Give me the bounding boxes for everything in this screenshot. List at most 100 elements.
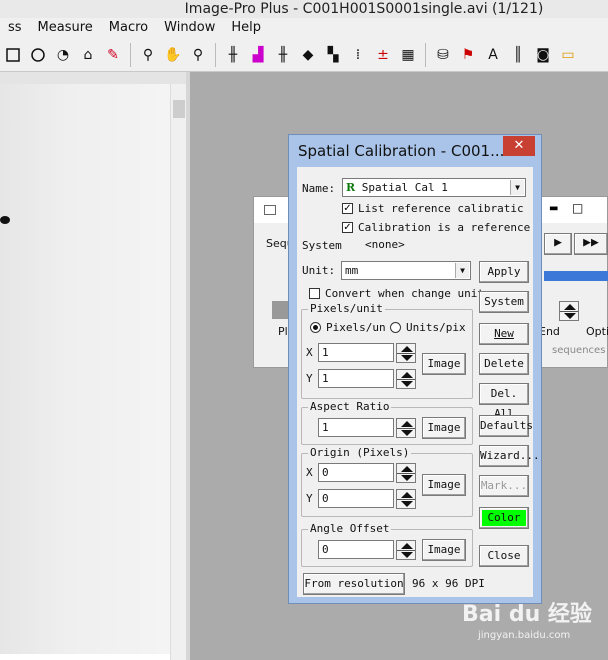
pixels-y-input[interactable]: 1 bbox=[318, 369, 394, 388]
end-spinner[interactable] bbox=[559, 301, 579, 321]
opti-label: Opti bbox=[586, 325, 608, 338]
pixels-per-unit-radio[interactable] bbox=[310, 322, 321, 333]
ruler-icon[interactable]: ║ bbox=[507, 44, 529, 66]
origin-x-label: X bbox=[306, 466, 313, 479]
flag-icon[interactable]: ⚑ bbox=[457, 44, 479, 66]
menu-measure[interactable]: Measure bbox=[30, 18, 101, 38]
pixels-unit-group-title: Pixels/unit bbox=[308, 302, 385, 315]
angle-image-button[interactable]: Image bbox=[422, 539, 466, 561]
zoom-region-icon[interactable]: ⚲ bbox=[187, 44, 209, 66]
origin-image-button[interactable]: Image bbox=[422, 474, 466, 496]
grid-icon[interactable]: ╫ bbox=[272, 44, 294, 66]
sequences-label: sequences bbox=[552, 345, 606, 356]
delete-all-button[interactable]: Del. All bbox=[479, 383, 529, 420]
magic-wand-icon[interactable]: ⌂ bbox=[77, 44, 99, 66]
origin-y-input[interactable]: 0 bbox=[318, 489, 394, 508]
name-value: Spatial Cal 1 bbox=[361, 181, 448, 194]
close-icon[interactable]: ✕ bbox=[503, 136, 535, 156]
list-reference-label: List reference calibratic bbox=[358, 202, 524, 215]
zoom-icon[interactable]: ⚲ bbox=[137, 44, 159, 66]
list-reference-checkbox[interactable]: ✓ bbox=[342, 203, 353, 214]
progress-bar bbox=[544, 271, 608, 281]
layers-icon[interactable]: ◆ bbox=[297, 44, 319, 66]
aspect-ratio-spinner[interactable] bbox=[396, 418, 416, 438]
image-window-header bbox=[0, 72, 186, 84]
name-combo[interactable]: R Spatial Cal 1 ▼ bbox=[342, 178, 526, 197]
ellipse-select-icon[interactable] bbox=[27, 44, 49, 66]
name-badge: R bbox=[346, 181, 356, 194]
menu-bar: ss Measure Macro Window Help bbox=[0, 18, 608, 38]
image-spot bbox=[0, 216, 10, 224]
menu-help[interactable]: Help bbox=[223, 18, 269, 38]
defaults-button[interactable]: Defaults bbox=[479, 415, 533, 437]
image-window bbox=[0, 72, 190, 660]
pixels-y-label: Y bbox=[306, 372, 313, 385]
aspect-ratio-input[interactable]: 1 bbox=[318, 418, 394, 437]
play-button[interactable]: ▶ bbox=[544, 233, 572, 255]
delete-button[interactable]: Delete bbox=[479, 353, 529, 375]
from-resolution-button[interactable]: From resolution bbox=[303, 573, 405, 595]
origin-x-input[interactable]: 0 bbox=[318, 463, 394, 482]
angle-offset-input[interactable]: 0 bbox=[318, 540, 394, 559]
count-icon[interactable]: ± bbox=[372, 44, 394, 66]
color-histogram-icon[interactable]: ▟ bbox=[247, 44, 269, 66]
menu-item-partial[interactable]: ss bbox=[0, 18, 30, 38]
threshold-icon[interactable]: ▚ bbox=[322, 44, 344, 66]
spatial-calibration-dialog: Spatial Calibration - C001... ✕ Name: R … bbox=[288, 134, 542, 604]
chevron-down-icon[interactable]: ▼ bbox=[455, 263, 469, 278]
toolbar-separator bbox=[130, 42, 131, 67]
calibration-reference-label: Calibration is a reference bbox=[358, 221, 531, 234]
pixels-x-spinner[interactable] bbox=[396, 343, 416, 363]
aspect-ratio-group-title: Aspect Ratio bbox=[308, 400, 392, 413]
apply-button[interactable]: Apply bbox=[479, 261, 529, 283]
unit-combo[interactable]: mm ▼ bbox=[341, 261, 471, 280]
text-a-icon[interactable]: A bbox=[482, 44, 504, 66]
chevron-down-icon[interactable]: ▼ bbox=[510, 180, 524, 195]
pixels-y-spinner[interactable] bbox=[396, 369, 416, 389]
unit-value: mm bbox=[345, 264, 359, 277]
end-label: End bbox=[539, 325, 560, 338]
origin-x-spinner[interactable] bbox=[396, 463, 416, 483]
fast-forward-button[interactable]: ▶▶ bbox=[574, 233, 608, 255]
pixels-image-button[interactable]: Image bbox=[422, 353, 466, 375]
image-canvas[interactable] bbox=[0, 84, 170, 654]
hand-icon[interactable]: ✋ bbox=[162, 44, 184, 66]
polygon-icon[interactable]: ◔ bbox=[52, 44, 74, 66]
units-per-pixel-radio[interactable] bbox=[390, 322, 401, 333]
minimize-icon[interactable]: ▬ bbox=[549, 203, 558, 214]
calibration-reference-checkbox[interactable]: ✓ bbox=[342, 222, 353, 233]
window-icon bbox=[264, 205, 276, 215]
vertical-scrollbar[interactable] bbox=[170, 84, 186, 660]
angle-offset-spinner[interactable] bbox=[396, 540, 416, 560]
aspect-image-button[interactable]: Image bbox=[422, 417, 466, 439]
convert-unit-label: Convert when change unit bbox=[325, 287, 484, 300]
folder-icon[interactable]: ▭ bbox=[557, 44, 579, 66]
close-button[interactable]: Close bbox=[479, 545, 529, 567]
toolbar-separator bbox=[425, 42, 426, 67]
pixels-x-input[interactable]: 1 bbox=[318, 343, 394, 362]
rect-select-icon[interactable] bbox=[2, 44, 24, 66]
sliders-icon[interactable]: ╫ bbox=[222, 44, 244, 66]
measure-icon[interactable]: ▦ bbox=[397, 44, 419, 66]
wizard-button[interactable]: Wizard... bbox=[479, 445, 540, 467]
origin-y-spinner[interactable] bbox=[396, 489, 416, 509]
unit-label: Unit: bbox=[302, 264, 336, 277]
dotgrid-icon[interactable]: ⁞ bbox=[347, 44, 369, 66]
pixels-x-label: X bbox=[306, 346, 313, 359]
maximize-icon[interactable]: □ bbox=[572, 201, 583, 215]
menu-macro[interactable]: Macro bbox=[101, 18, 156, 38]
angle-offset-group: Angle Offset 0 Image bbox=[301, 522, 473, 567]
new-button[interactable]: New bbox=[479, 323, 529, 345]
watermark-url: jingyan.baidu.com bbox=[478, 630, 571, 641]
convert-unit-checkbox[interactable] bbox=[309, 288, 320, 299]
mark-button: Mark... bbox=[479, 475, 529, 497]
color-button[interactable]: Color bbox=[479, 507, 529, 529]
camera-icon[interactable]: ◙ bbox=[532, 44, 554, 66]
pencil-icon[interactable]: ✎ bbox=[102, 44, 124, 66]
angle-offset-group-title: Angle Offset bbox=[308, 522, 392, 535]
gauge-icon[interactable]: ⛁ bbox=[432, 44, 454, 66]
system-button[interactable]: System bbox=[479, 291, 529, 313]
menu-window[interactable]: Window bbox=[156, 18, 223, 38]
system-label: System bbox=[302, 239, 342, 252]
scroll-thumb[interactable] bbox=[173, 100, 185, 118]
